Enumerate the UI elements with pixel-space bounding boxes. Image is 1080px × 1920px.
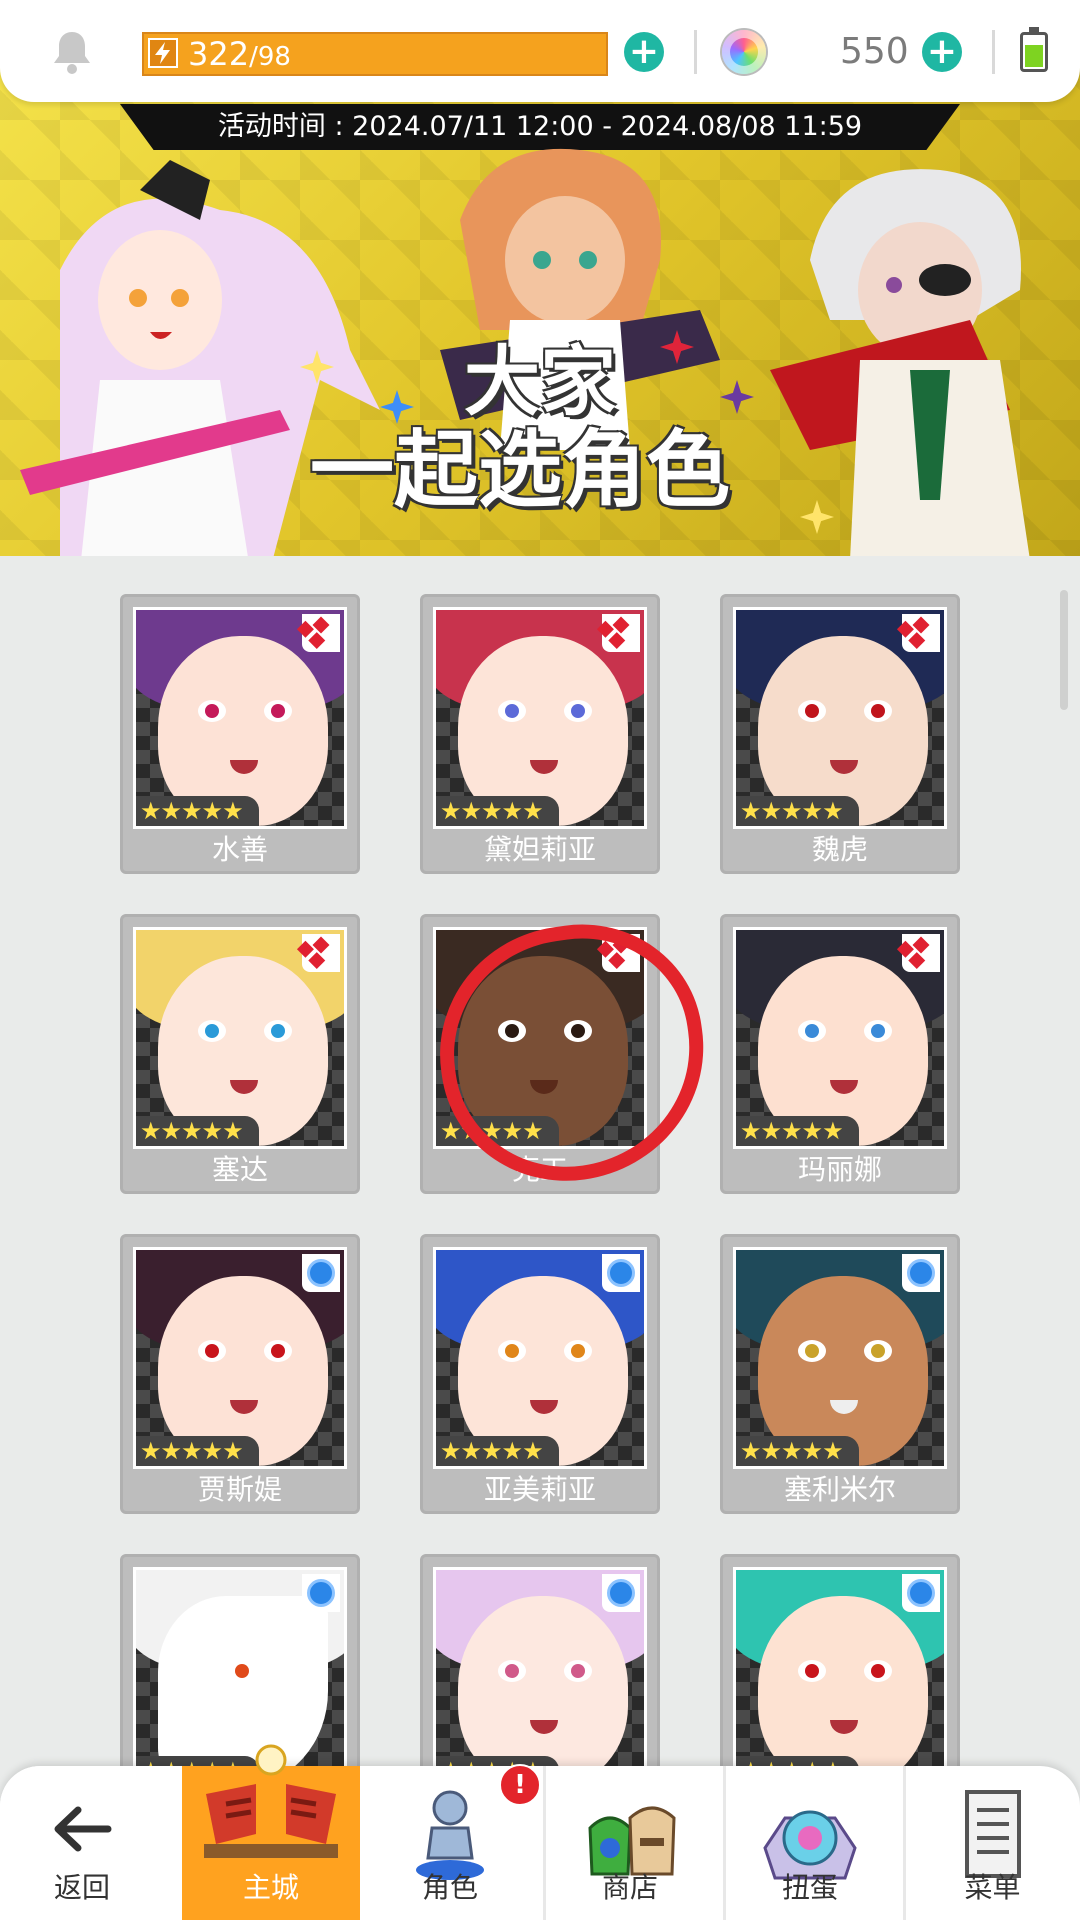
nav-shop[interactable]: 商店 bbox=[545, 1766, 715, 1920]
back-button[interactable]: 返回 bbox=[0, 1766, 164, 1920]
rank-diamond-icon bbox=[902, 934, 940, 972]
character-portrait: ★★★★★ bbox=[733, 607, 947, 829]
character-portrait: ★★★★★ bbox=[733, 1247, 947, 1469]
castle-icon bbox=[204, 1744, 338, 1858]
character-card[interactable]: ★★★★★ 玛丽娜 bbox=[720, 914, 960, 1194]
scrollbar[interactable] bbox=[1060, 590, 1068, 710]
add-gems-button[interactable]: + bbox=[922, 32, 962, 72]
rank-diamond-icon bbox=[602, 614, 640, 652]
character-portrait: ★★★★★ bbox=[433, 607, 647, 829]
star-rating: ★★★★★ bbox=[736, 1116, 859, 1146]
star-rating: ★★★★★ bbox=[436, 1436, 559, 1466]
rank-circle-icon bbox=[302, 1254, 340, 1292]
nav-character[interactable]: ! 角色 bbox=[365, 1764, 541, 1920]
nav-menu[interactable]: 菜单 bbox=[905, 1766, 1080, 1920]
rank-circle-icon bbox=[302, 1574, 340, 1612]
star-rating: ★★★★★ bbox=[736, 796, 859, 826]
energy-bar: 322/98 bbox=[142, 32, 608, 76]
star-rating: ★★★★★ bbox=[736, 1436, 859, 1466]
rank-diamond-icon bbox=[302, 614, 340, 652]
menu-label: 菜单 bbox=[964, 1871, 1021, 1904]
banner-character-right bbox=[770, 169, 1030, 556]
character-name: 魏虎 bbox=[811, 833, 868, 866]
character-name: 塞利米尔 bbox=[783, 1473, 896, 1506]
notification-badge: ! bbox=[499, 1764, 541, 1806]
top-status-bar: 322/98 + 550 + bbox=[0, 0, 1080, 102]
gacha-label: 扭蛋 bbox=[781, 1871, 838, 1904]
nav-main-city[interactable]: 主城 bbox=[182, 1744, 360, 1920]
rank-circle-icon bbox=[902, 1254, 940, 1292]
star-rating: ★★★★★ bbox=[136, 1436, 259, 1466]
divider bbox=[992, 30, 995, 74]
banner-title-line1: 大家 bbox=[464, 337, 616, 426]
back-arrow-icon bbox=[54, 1806, 112, 1852]
character-portrait: ★★★★★ bbox=[733, 927, 947, 1149]
rainbow-orb-icon bbox=[722, 30, 766, 74]
character-card[interactable]: ★★★★★ 黛妲莉亚 bbox=[420, 594, 660, 874]
character-portrait: ★★★★★ bbox=[133, 1247, 347, 1469]
character-portrait: ★★★★★ bbox=[133, 927, 347, 1149]
nav-gacha[interactable]: 扭蛋 bbox=[725, 1766, 895, 1920]
character-name: 亚美莉亚 bbox=[483, 1473, 596, 1506]
character-card[interactable]: ★★★★★ bbox=[720, 1554, 960, 1766]
rank-circle-icon bbox=[902, 1574, 940, 1612]
banner-title-line2: 一起选角色 bbox=[309, 421, 730, 519]
character-name: 水善 bbox=[211, 833, 268, 866]
character-name: 塞达 bbox=[211, 1153, 268, 1186]
shop-bags-icon bbox=[588, 1806, 676, 1876]
gem-count: 550 bbox=[840, 31, 909, 72]
character-portrait: ★★★★★ bbox=[133, 1567, 347, 1766]
character-portrait: ★★★★★ bbox=[433, 1247, 647, 1469]
event-banner[interactable]: 活动时间 : 2024.07/11 12:00 - 2024.08/08 11:… bbox=[0, 60, 1080, 556]
main-city-label: 主城 bbox=[242, 1871, 299, 1904]
back-label: 返回 bbox=[53, 1871, 110, 1904]
bottom-navigation: 返回 主城 ! 角色 商店 扭蛋 菜单 bbox=[0, 1744, 1080, 1920]
star-rating: ★★★★★ bbox=[736, 1756, 859, 1766]
star-rating: ★★★★★ bbox=[436, 1756, 559, 1766]
rank-diamond-icon bbox=[902, 614, 940, 652]
character-card[interactable]: ★★★★★ bbox=[420, 1554, 660, 1766]
character-portrait: ★★★★★ bbox=[433, 1567, 647, 1766]
character-card[interactable]: ★★★★★ 塞利米尔 bbox=[720, 1234, 960, 1514]
character-name: 贾斯媞 bbox=[197, 1473, 282, 1506]
character-portrait: ★★★★★ bbox=[133, 607, 347, 829]
divider bbox=[694, 30, 697, 74]
rank-diamond-icon bbox=[302, 934, 340, 972]
star-rating: ★★★★★ bbox=[136, 796, 259, 826]
character-card[interactable]: ★★★★★ 魏虎 bbox=[720, 594, 960, 874]
add-energy-button[interactable]: + bbox=[624, 32, 664, 72]
character-card[interactable]: ★★★★★ 亚美莉亚 bbox=[420, 1234, 660, 1514]
rank-circle-icon bbox=[602, 1254, 640, 1292]
character-card[interactable]: ★★★★★ 贾斯媞 bbox=[120, 1234, 360, 1514]
energy-max: /98 bbox=[249, 42, 291, 72]
rank-circle-icon bbox=[602, 1574, 640, 1612]
energy-current: 322 bbox=[188, 35, 250, 73]
character-name: 黛妲莉亚 bbox=[483, 833, 596, 866]
energy-value: 322/98 bbox=[188, 36, 291, 75]
character-card[interactable]: ★★★★★ 水善 bbox=[120, 594, 360, 874]
character-name: 玛丽娜 bbox=[797, 1153, 882, 1186]
lightning-icon bbox=[148, 38, 178, 68]
character-label: 角色 bbox=[421, 1871, 478, 1904]
battery-icon bbox=[1020, 27, 1048, 72]
banner-title: 大家 一起选角色 bbox=[300, 337, 780, 517]
star-rating: ★★★★★ bbox=[136, 1116, 259, 1146]
character-card[interactable]: ★★★★★ 塞达 bbox=[120, 914, 360, 1194]
bell-icon[interactable] bbox=[50, 28, 94, 76]
star-rating: ★★★★★ bbox=[436, 796, 559, 826]
character-portrait: ★★★★★ bbox=[733, 1567, 947, 1766]
shop-label: 商店 bbox=[601, 1871, 658, 1904]
character-card[interactable]: ★★★★★ bbox=[120, 1554, 360, 1766]
